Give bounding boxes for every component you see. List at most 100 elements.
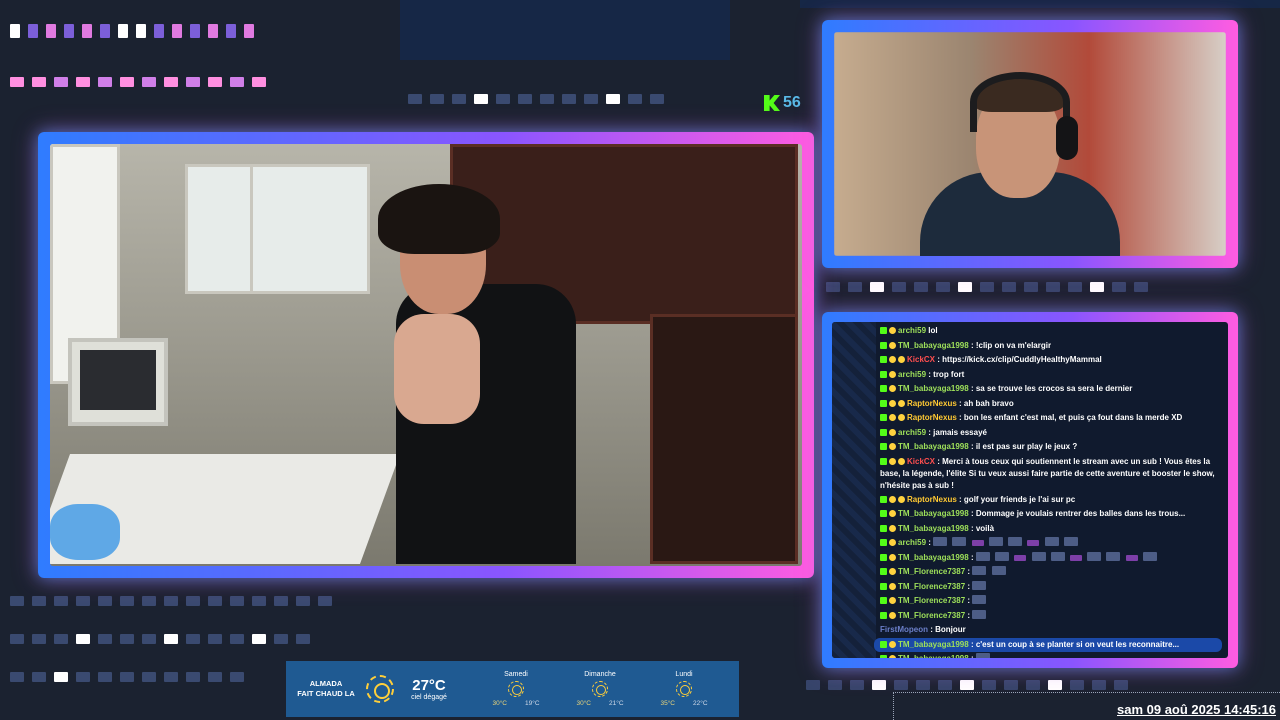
pixel-block <box>296 596 310 606</box>
chat-username[interactable]: RaptorNexus <box>907 399 957 408</box>
chat-username[interactable]: TM_Florence7387 <box>898 611 965 620</box>
pixel-strip-bottom-1 <box>10 596 332 606</box>
chat-username[interactable]: TM_babayaga1998 <box>898 442 969 451</box>
pixel-block <box>1134 282 1148 292</box>
forecast-high: 30°C <box>576 700 591 707</box>
chat-username[interactable]: TM_babayaga1998 <box>898 654 969 658</box>
pixel-block <box>1004 680 1018 690</box>
pixel-block <box>916 680 930 690</box>
pixel-block <box>1114 680 1128 690</box>
pixel-block <box>1070 680 1084 690</box>
sub-badge-icon <box>889 356 896 363</box>
pixel-block <box>474 94 488 104</box>
sub-badge-icon <box>889 495 896 503</box>
sub-badge-icon <box>889 597 896 604</box>
chat-message: archi59 lol <box>880 324 1222 339</box>
chat-username[interactable]: RaptorNexus <box>907 495 957 504</box>
pixel-block <box>120 634 134 644</box>
chat-text: : sa se trouve les crocos sa sera le der… <box>970 384 1133 393</box>
chat-list[interactable]: archi59 lol TM_babayaga1998 : !clip on va… <box>832 322 1228 658</box>
forecast-low: 21°C <box>609 700 624 707</box>
kick-badge-icon <box>880 597 887 604</box>
chat-username[interactable]: TM_babayaga1998 <box>898 524 969 533</box>
forecast-high: 35°C <box>660 700 675 707</box>
headphone-earcup <box>1056 116 1078 160</box>
video-glove <box>50 504 120 560</box>
chat-username[interactable]: TM_babayaga1998 <box>898 640 969 649</box>
chat-username[interactable]: archi59 <box>898 538 926 547</box>
pixel-block <box>208 634 222 644</box>
emote-icon <box>1008 537 1023 546</box>
kick-badge-icon <box>880 539 887 546</box>
chat-username[interactable]: TM_Florence7387 <box>898 582 965 591</box>
chat-username[interactable]: archi59 <box>898 428 926 437</box>
pixel-block <box>1024 282 1038 292</box>
pixel-block <box>28 24 38 38</box>
pixel-strip-bottom-2 <box>10 634 310 644</box>
sub-badge-icon <box>889 568 896 575</box>
main-video-frame <box>38 132 814 578</box>
chat-username[interactable]: archi59 <box>898 370 926 379</box>
chat-username[interactable]: FirstMopeon <box>880 625 928 634</box>
weather-city: ALMADA <box>309 679 343 688</box>
chat-message: KickCX : https://kick.cx/clip/CuddlyHeal… <box>880 353 1222 368</box>
chat-frame: archi59 lol TM_babayaga1998 : !clip on va… <box>822 312 1238 668</box>
pixel-block <box>208 672 222 682</box>
pixel-block <box>100 24 110 38</box>
pixel-block <box>430 94 444 104</box>
chat-username[interactable]: TM_babayaga1998 <box>898 341 969 350</box>
pixel-block <box>98 596 112 606</box>
chat-username[interactable]: KickCX <box>907 457 935 466</box>
pixel-strip-bottom-right <box>806 680 1128 690</box>
chat-username[interactable]: TM_Florence7387 <box>898 596 965 605</box>
pixel-strip-top-2 <box>10 77 266 87</box>
video-window-right <box>250 164 370 294</box>
pixel-block <box>828 680 842 690</box>
forecast-low: 19°C <box>525 700 540 707</box>
pixel-block <box>208 24 218 38</box>
chat-username[interactable]: TM_babayaga1998 <box>898 553 969 562</box>
kick-badge-icon <box>880 399 887 407</box>
emote-icon <box>1063 537 1078 546</box>
pixel-block <box>806 680 820 690</box>
chat-text: : bon les enfant c'est mal, et puis ça f… <box>959 413 1183 422</box>
emote-icon <box>1125 554 1138 561</box>
pixel-block <box>76 596 90 606</box>
pixel-block <box>82 24 92 38</box>
chat-username[interactable]: archi59 <box>898 326 926 335</box>
kick-badge-icon <box>880 568 887 575</box>
chat-username[interactable]: TM_babayaga1998 <box>898 384 969 393</box>
sub-badge-icon <box>898 457 905 465</box>
chat-username[interactable]: TM_babayaga1998 <box>898 509 969 518</box>
kick-badge-icon <box>880 495 887 503</box>
pixel-block <box>452 94 466 104</box>
emote-icon <box>1031 551 1046 561</box>
sub-badge-icon <box>889 341 896 349</box>
chat-username[interactable]: TM_Florence7387 <box>898 567 965 576</box>
pixel-block <box>226 24 236 38</box>
pixel-block <box>120 596 134 606</box>
chat-message: TM_babayaga1998 : voilà <box>880 522 1222 537</box>
pixel-block <box>32 672 46 682</box>
pixel-block <box>98 634 112 644</box>
emote-icon <box>1027 540 1040 546</box>
chat-username[interactable]: KickCX <box>907 355 935 364</box>
pixel-block <box>76 77 90 87</box>
video-monitor <box>68 338 168 426</box>
emote-icon <box>1106 551 1121 561</box>
chat-text: : <box>967 610 971 620</box>
pixel-block <box>274 596 288 606</box>
pixel-block <box>1090 282 1104 292</box>
chat-username[interactable]: RaptorNexus <box>907 413 957 422</box>
chat-panel[interactable]: archi59 lol TM_babayaga1998 : !clip on va… <box>832 322 1228 658</box>
chat-message: TM_Florence7387 : <box>880 580 1222 595</box>
chat-message: KickCX : Merci à tous ceux qui soutienne… <box>880 455 1222 493</box>
sub-badge-icon <box>889 443 896 450</box>
chat-text: : voilà <box>970 523 995 533</box>
pixel-block <box>230 596 244 606</box>
emote-icon <box>972 566 987 575</box>
pixel-block <box>10 77 24 87</box>
kick-badge-icon <box>880 582 887 590</box>
pixel-block <box>164 634 178 644</box>
forecast-high: 30°C <box>492 700 507 707</box>
